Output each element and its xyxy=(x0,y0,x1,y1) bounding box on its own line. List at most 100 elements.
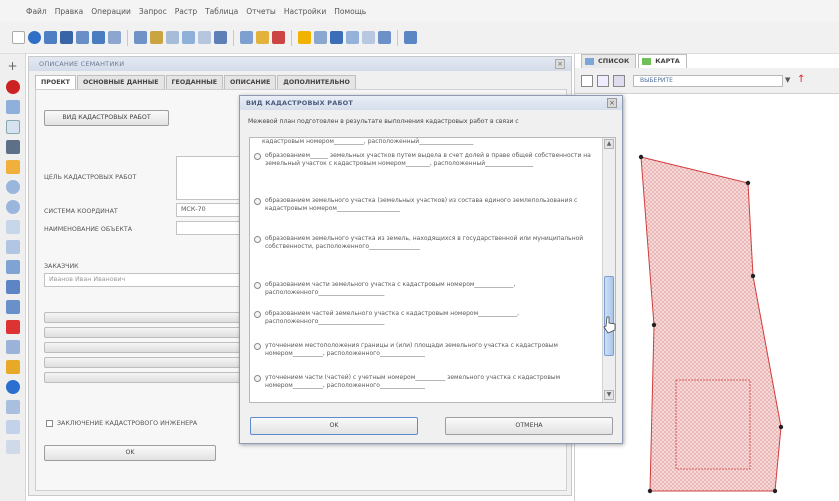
save-icon[interactable] xyxy=(60,31,73,44)
vertex-point[interactable] xyxy=(778,424,784,430)
select-icon[interactable] xyxy=(5,100,20,114)
pin-icon[interactable]: ↑ xyxy=(797,74,805,85)
menu-item-raster[interactable]: Растр xyxy=(175,7,197,16)
radio-button[interactable] xyxy=(254,282,261,289)
object-name-input[interactable] xyxy=(176,221,246,235)
list-icon[interactable] xyxy=(5,440,20,454)
menu-item-help[interactable]: Помощь xyxy=(334,7,366,16)
vertex-icon[interactable] xyxy=(5,240,20,254)
work-type-button[interactable]: ВИД КАДАСТРОВЫХ РАБОТ xyxy=(44,110,169,126)
pencil-icon[interactable] xyxy=(597,75,609,87)
layers-icon[interactable] xyxy=(44,31,57,44)
section-bar[interactable] xyxy=(44,372,249,383)
tab-additional[interactable]: ДОПОЛНИТЕЛЬНО xyxy=(277,75,356,89)
scroll-down-icon[interactable]: ▼ xyxy=(604,390,614,400)
camera-icon[interactable] xyxy=(5,140,20,154)
new-file-icon[interactable] xyxy=(12,31,25,44)
brush-icon[interactable] xyxy=(272,31,285,44)
grid-view-icon[interactable] xyxy=(404,31,417,44)
brush-small-icon[interactable] xyxy=(613,75,625,87)
customer-field[interactable]: Иванов Иван Иванович xyxy=(44,273,244,287)
menu-item-operations[interactable]: Операции xyxy=(91,7,131,16)
tab-geodata[interactable]: ГЕОДАННЫЕ xyxy=(165,75,224,89)
tab-main-data[interactable]: ОСНОВНЫЕ ДАННЫЕ xyxy=(76,75,165,89)
option-item[interactable]: образованием части земельного участка с … xyxy=(254,281,594,297)
tab-description[interactable]: ОПИСАНИЕ xyxy=(224,75,277,89)
menu-item-table[interactable]: Таблица xyxy=(205,7,238,16)
polygon-icon[interactable] xyxy=(5,280,20,294)
table-icon[interactable] xyxy=(182,31,195,44)
option-item[interactable]: образованием частей земельного участка с… xyxy=(254,310,594,326)
grid-icon[interactable] xyxy=(76,31,89,44)
menu-item-query[interactable]: Запрос xyxy=(139,7,167,16)
menu-item-settings[interactable]: Настройки xyxy=(284,7,326,16)
vertex-point[interactable] xyxy=(745,180,751,186)
tab-list[interactable]: СПИСОК xyxy=(581,54,637,68)
plus-icon[interactable]: + xyxy=(6,60,20,74)
tab-map[interactable]: КАРТА xyxy=(638,54,687,68)
node-icon[interactable] xyxy=(5,260,20,274)
dialog-cancel-button[interactable]: ОТМЕНА xyxy=(445,417,613,435)
edit-vertex-icon[interactable] xyxy=(5,320,20,334)
radio-button[interactable] xyxy=(254,153,261,160)
chart-icon[interactable] xyxy=(378,31,391,44)
pencil-icon[interactable] xyxy=(214,31,227,44)
radio-button[interactable] xyxy=(254,236,261,243)
layer-select[interactable]: ВЫБЕРИТЕ xyxy=(633,75,783,87)
layer-icon[interactable] xyxy=(5,120,20,134)
section-bar[interactable] xyxy=(44,357,249,368)
radio-button[interactable] xyxy=(254,311,261,318)
lightning-icon[interactable] xyxy=(298,31,311,44)
option-item[interactable]: образованием земельного участка из земел… xyxy=(254,235,594,251)
pen-icon[interactable] xyxy=(5,400,20,414)
copy-icon[interactable] xyxy=(134,31,147,44)
person-icon[interactable] xyxy=(330,31,343,44)
parcel-polygon[interactable] xyxy=(640,156,782,492)
options-scrollbar[interactable]: ▲ ▼ xyxy=(602,138,615,402)
vertex-point[interactable] xyxy=(638,154,644,160)
grid-small-icon[interactable] xyxy=(198,31,211,44)
tab-project[interactable]: ПРОЕКТ xyxy=(35,75,76,89)
section-bar[interactable] xyxy=(44,327,249,338)
section-bar[interactable] xyxy=(44,312,249,323)
cut-icon[interactable] xyxy=(108,31,121,44)
conclusion-checkbox[interactable] xyxy=(46,420,53,427)
purpose-input[interactable] xyxy=(176,156,246,200)
option-item[interactable]: уточнением части (частей) с учетным номе… xyxy=(254,374,594,390)
globe-icon[interactable] xyxy=(28,31,41,44)
chevron-down-icon[interactable]: ▼ xyxy=(785,76,790,84)
line-icon[interactable] xyxy=(5,300,20,314)
page-icon[interactable] xyxy=(362,31,375,44)
stop-icon[interactable] xyxy=(5,80,20,94)
radio-button[interactable] xyxy=(254,343,261,350)
menu-item-edit[interactable]: Правка xyxy=(55,7,84,16)
zoom-out-icon[interactable] xyxy=(5,200,20,214)
section-bar[interactable] xyxy=(44,342,249,353)
scroll-up-icon[interactable]: ▲ xyxy=(604,139,614,149)
dialog-close-button[interactable]: × xyxy=(607,98,617,108)
move-icon[interactable] xyxy=(92,31,105,44)
radio-button[interactable] xyxy=(254,375,261,382)
option-item[interactable]: уточнением местоположения границы и (или… xyxy=(254,342,594,358)
semantics-close-button[interactable]: × xyxy=(555,59,565,69)
frame-icon[interactable] xyxy=(166,31,179,44)
snap-icon[interactable] xyxy=(5,340,20,354)
marker-icon[interactable] xyxy=(5,360,20,374)
zoom-in-icon[interactable] xyxy=(5,180,20,194)
hand-icon[interactable] xyxy=(5,160,20,174)
vertex-point[interactable] xyxy=(750,273,756,279)
spline-icon[interactable] xyxy=(5,420,20,434)
vertex-point[interactable] xyxy=(651,322,657,328)
globe-small-icon[interactable] xyxy=(5,380,20,394)
paste-icon[interactable] xyxy=(150,31,163,44)
radio-button[interactable] xyxy=(254,198,261,205)
vertex-point[interactable] xyxy=(772,488,778,494)
print-icon[interactable] xyxy=(314,31,327,44)
window-icon[interactable] xyxy=(240,31,253,44)
menu-item-reports[interactable]: Отчеты xyxy=(246,7,276,16)
folder-icon[interactable] xyxy=(256,31,269,44)
option-item[interactable]: образованием______ земельных участков пу… xyxy=(254,152,594,168)
coord-system-field[interactable]: МСК-70 xyxy=(176,203,246,217)
vertex-point[interactable] xyxy=(647,488,653,494)
pointer-icon[interactable] xyxy=(581,75,593,87)
